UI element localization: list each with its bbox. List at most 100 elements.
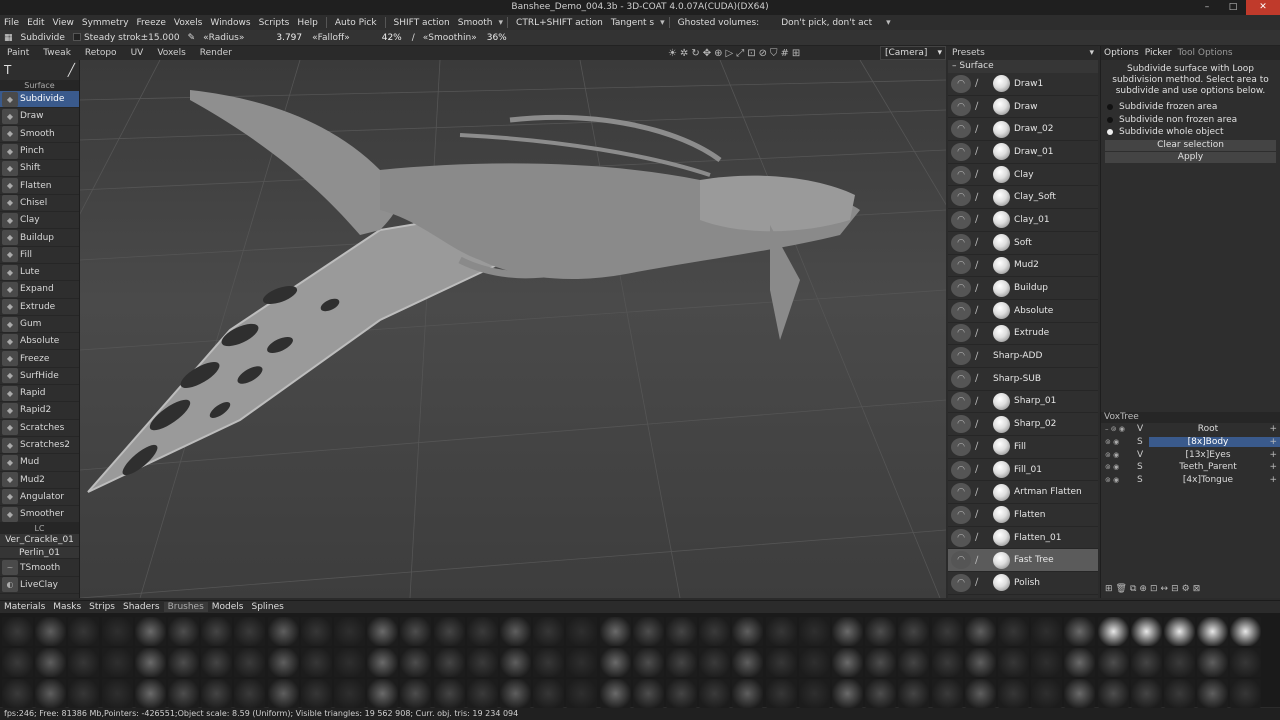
brush-alpha-thumbnail[interactable] bbox=[466, 648, 498, 677]
brush-alpha-thumbnail[interactable] bbox=[134, 617, 166, 646]
merge-icon[interactable]: ⊕ bbox=[1139, 584, 1147, 594]
brush-alpha-thumbnail[interactable] bbox=[400, 617, 432, 646]
rotate-icon[interactable]: ↻ bbox=[691, 48, 699, 59]
tool-scratches2[interactable]: ◆ Scratches2 bbox=[0, 437, 79, 455]
brush-alpha-thumbnail[interactable] bbox=[1064, 617, 1096, 646]
preset-item[interactable]: ◠ ∕ Clay_Soft bbox=[948, 186, 1098, 210]
brush-alpha-thumbnail[interactable] bbox=[765, 648, 797, 677]
layer-name[interactable]: Root bbox=[1149, 424, 1280, 434]
brush-alpha-thumbnail[interactable] bbox=[500, 617, 531, 646]
brush-alpha-thumbnail[interactable] bbox=[1230, 648, 1262, 677]
radio-subdivide-non-frozen[interactable]: Subdivide non frozen area bbox=[1101, 114, 1280, 127]
tool-extrude[interactable]: ◆ Extrude bbox=[0, 299, 79, 316]
minimize-button[interactable]: – bbox=[1194, 0, 1220, 15]
brush-alpha-thumbnail[interactable] bbox=[798, 679, 830, 708]
play-icon[interactable]: ▷ bbox=[726, 48, 734, 59]
grid-icon[interactable]: # bbox=[781, 48, 789, 59]
brush-alpha-thumbnail[interactable] bbox=[599, 648, 631, 677]
ghosted-volumes-select[interactable]: Don't pick, don't act bbox=[763, 18, 876, 28]
menu-view[interactable]: View bbox=[49, 18, 78, 28]
preset-item[interactable]: ◠ ∕ Fast Tree bbox=[948, 549, 1098, 573]
close-icon[interactable]: ⊠ bbox=[1193, 584, 1201, 594]
brush-alpha-thumbnail[interactable] bbox=[201, 617, 233, 646]
pen-icon[interactable]: ✎ bbox=[184, 33, 200, 43]
brush-alpha-thumbnail[interactable] bbox=[898, 679, 930, 708]
brush-alpha-thumbnail[interactable] bbox=[533, 617, 565, 646]
brush-alpha-thumbnail[interactable] bbox=[832, 679, 863, 708]
brush-alpha-thumbnail[interactable] bbox=[168, 617, 199, 646]
tab-materials[interactable]: Materials bbox=[0, 602, 49, 612]
brush-alpha-thumbnail[interactable] bbox=[101, 679, 133, 708]
brush-alpha-thumbnail[interactable] bbox=[334, 679, 365, 708]
brush-alpha-thumbnail[interactable] bbox=[765, 679, 797, 708]
brush-alpha-thumbnail[interactable] bbox=[500, 679, 531, 708]
move-icon[interactable]: ✥ bbox=[703, 48, 711, 59]
tool-gum[interactable]: ◆ Gum bbox=[0, 316, 79, 334]
brush-alpha-thumbnail[interactable] bbox=[267, 648, 299, 677]
tool-angulator[interactable]: ◆ Angulator bbox=[0, 489, 79, 507]
tool-liveclay[interactable]: ◐ LiveClay bbox=[0, 577, 79, 595]
brush-alpha-thumbnail[interactable] bbox=[68, 648, 100, 677]
falloff-label[interactable]: «Falloff» bbox=[308, 33, 354, 43]
tool-surfhide[interactable]: ◆ SurfHide bbox=[0, 368, 79, 386]
brush-alpha-thumbnail[interactable] bbox=[666, 648, 697, 677]
tool-lute[interactable]: ◆ Lute bbox=[0, 264, 79, 282]
brush-alpha-thumbnail[interactable] bbox=[865, 648, 897, 677]
brush-alpha-thumbnail[interactable] bbox=[400, 679, 432, 708]
brush-alpha-thumbnail[interactable] bbox=[533, 648, 565, 677]
brush-alpha-thumbnail[interactable] bbox=[234, 617, 266, 646]
tab-picker[interactable]: Picker bbox=[1142, 48, 1175, 58]
room-render[interactable]: Render bbox=[193, 48, 239, 58]
auto-pick-toggle[interactable]: Auto Pick bbox=[331, 18, 381, 28]
brush-alpha-thumbnail[interactable] bbox=[1164, 617, 1195, 646]
brush-alpha-thumbnail[interactable] bbox=[699, 648, 731, 677]
brush-alpha-thumbnail[interactable] bbox=[865, 617, 897, 646]
brush-alpha-thumbnail[interactable] bbox=[865, 679, 897, 708]
tool-shift[interactable]: ◆ Shift bbox=[0, 160, 79, 178]
3d-viewport[interactable] bbox=[80, 60, 946, 598]
radio-dot-selected[interactable] bbox=[1107, 129, 1113, 136]
chevron-down-icon[interactable]: ▾ bbox=[886, 18, 891, 28]
brush-alpha-thumbnail[interactable] bbox=[898, 617, 930, 646]
visibility-icon[interactable]: ⊚ ◉ bbox=[1101, 463, 1137, 471]
brush-alpha-thumbnail[interactable] bbox=[666, 617, 697, 646]
presets-tab[interactable]: Presets ▾ bbox=[948, 46, 1098, 60]
tool-scratches[interactable]: ◆ Scratches bbox=[0, 420, 79, 437]
smoothing-value[interactable]: 36% bbox=[481, 33, 513, 43]
brush-alpha-thumbnail[interactable] bbox=[1064, 648, 1096, 677]
preset-item[interactable]: ◠ ∕ Flatten_01 bbox=[948, 527, 1098, 550]
preset-item[interactable]: ◠ ∕ Soft bbox=[948, 232, 1098, 255]
frame-icon[interactable]: ⊡ bbox=[1150, 584, 1158, 594]
brush-alpha-thumbnail[interactable] bbox=[765, 617, 797, 646]
close-button[interactable]: ✕ bbox=[1246, 0, 1280, 15]
tab-options[interactable]: Options bbox=[1101, 48, 1142, 58]
preset-item[interactable]: ◠ ∕ Artman Flatten bbox=[948, 481, 1098, 505]
brush-alpha-thumbnail[interactable] bbox=[1230, 679, 1262, 708]
brush-alpha-thumbnail[interactable] bbox=[832, 648, 863, 677]
tool-fill[interactable]: ◆ Fill bbox=[0, 247, 79, 264]
radio-dot[interactable] bbox=[1107, 104, 1113, 111]
room-tweak[interactable]: Tweak bbox=[36, 48, 78, 58]
brush-alpha-thumbnail[interactable] bbox=[400, 648, 432, 677]
preset-item[interactable]: ◠ ∕ Draw1 bbox=[948, 73, 1098, 96]
tool-flatten[interactable]: ◆ Flatten bbox=[0, 177, 79, 195]
layer-name[interactable]: [4x]Tongue bbox=[1149, 475, 1280, 485]
shield-icon[interactable]: ⛉ bbox=[770, 48, 778, 59]
brush-alpha-thumbnail[interactable] bbox=[433, 648, 465, 677]
radius-label[interactable]: «Radius» bbox=[199, 33, 248, 43]
tab-models[interactable]: Models bbox=[208, 602, 248, 612]
brush-alpha-thumbnail[interactable] bbox=[2, 617, 33, 646]
tab-brushes[interactable]: Brushes bbox=[163, 602, 208, 612]
brush-alpha-thumbnail[interactable] bbox=[68, 679, 100, 708]
tab-masks[interactable]: Masks bbox=[49, 602, 85, 612]
add-layer-icon[interactable]: ⊞ bbox=[1105, 584, 1113, 594]
brush-alpha-thumbnail[interactable] bbox=[566, 648, 598, 677]
menu-edit[interactable]: Edit bbox=[23, 18, 48, 28]
layer-name[interactable]: [13x]Eyes bbox=[1149, 450, 1280, 460]
shift-action-select[interactable]: Smooth bbox=[454, 18, 497, 28]
tool-tsmooth[interactable]: ~ TSmooth bbox=[0, 559, 79, 577]
tab-strips[interactable]: Strips bbox=[85, 602, 119, 612]
preset-item[interactable]: ◠ ∕ Draw bbox=[948, 96, 1098, 119]
frame-icon[interactable]: ⊡ bbox=[747, 48, 755, 59]
light-icon[interactable]: ☀ bbox=[668, 48, 677, 59]
